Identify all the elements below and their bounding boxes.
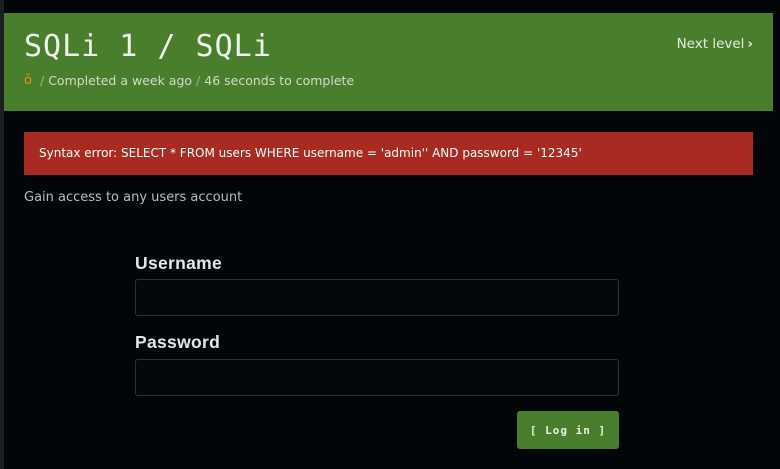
level-meta: ŏ / Completed a week ago / 46 seconds to… <box>24 73 354 88</box>
meta-separator: / <box>39 73 45 88</box>
meta-separator: / <box>196 73 201 88</box>
chevron-right-icon: › <box>747 36 753 52</box>
next-level-label: Next level <box>676 36 745 52</box>
level-description: Gain access to any users account <box>24 190 243 205</box>
completed-text: Completed a week ago <box>48 73 193 88</box>
password-input[interactable] <box>135 359 619 396</box>
login-button[interactable]: [ Log in ] <box>517 411 619 449</box>
page: SQLi 1 / SQLi ŏ / Completed a week ago /… <box>0 0 780 469</box>
duration-text: 46 seconds to complete <box>204 73 355 88</box>
error-alert: Syntax error: SELECT * FROM users WHERE … <box>24 132 753 175</box>
username-input[interactable] <box>135 279 619 316</box>
medal-icon: ŏ <box>24 73 32 88</box>
password-label: Password <box>135 332 221 352</box>
username-label: Username <box>135 253 223 273</box>
page-title: SQLi 1 / SQLi <box>24 29 272 64</box>
level-header: SQLi 1 / SQLi ŏ / Completed a week ago /… <box>4 13 773 111</box>
next-level-link[interactable]: Next level › <box>677 36 753 52</box>
